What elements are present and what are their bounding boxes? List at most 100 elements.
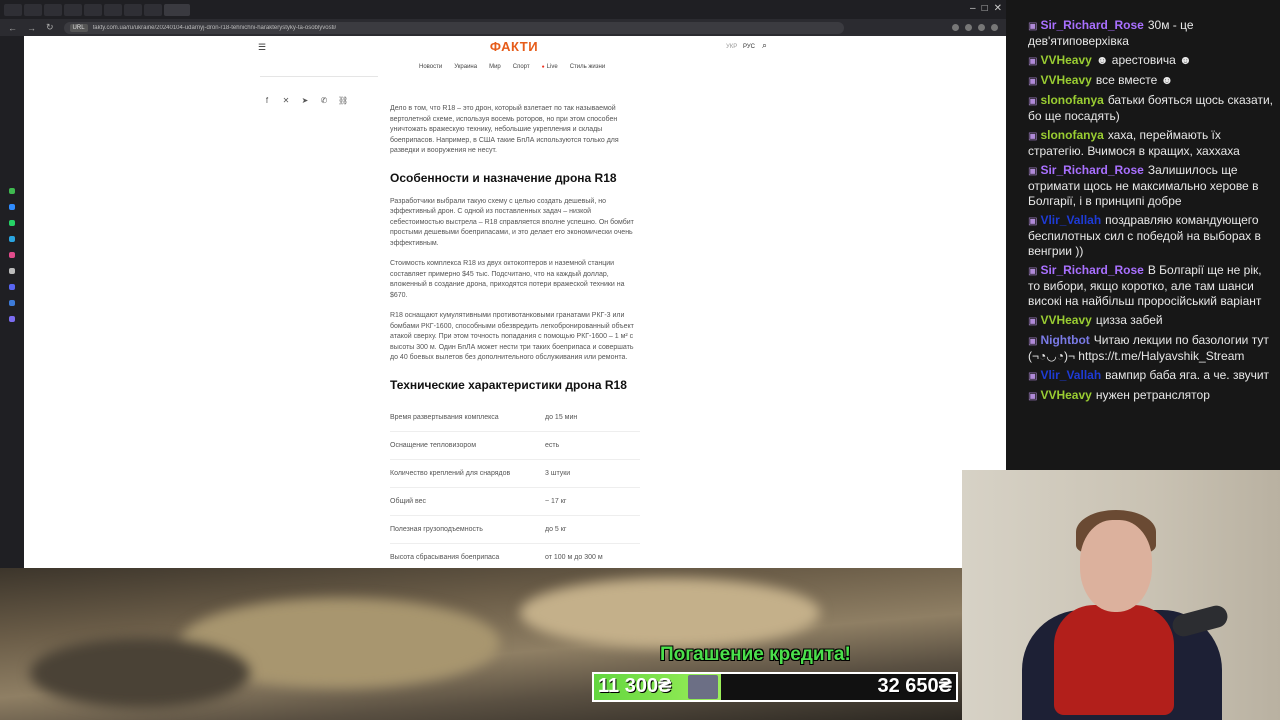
search-icon[interactable]: ⌕	[762, 40, 767, 51]
table-row: Время развертывания комплекса до 15 мин	[390, 404, 640, 432]
badge-icon: ▣	[1028, 336, 1038, 347]
chat-message: ▣ Vlir_Vallah поздравляю командующего бесп…	[1028, 213, 1276, 259]
spec-key: Высота сбрасывания боеприпаса	[390, 553, 500, 561]
site-header: ☰ ФАКТИ УКР РУС ⌕	[24, 36, 1006, 58]
forward-icon[interactable]: →	[27, 23, 36, 33]
browser-tab[interactable]	[124, 3, 142, 16]
telegram-icon[interactable]: ➤	[300, 96, 310, 105]
sidebar-app-icon[interactable]	[9, 236, 15, 242]
menu-icon[interactable]	[991, 24, 998, 31]
browser-tab[interactable]	[24, 3, 42, 16]
chat-message: ▣ slonofanya батьки бояться щось сказати, …	[1028, 93, 1276, 124]
spec-key: Полезная грузоподъемность	[390, 525, 483, 533]
table-row: Количество креплений для снарядов 3 штук…	[390, 460, 640, 488]
badge-icon: ▣	[1028, 56, 1038, 67]
chat-username[interactable]: Vlir_Vallah	[1040, 213, 1101, 227]
chat-username[interactable]: Nightbot	[1040, 333, 1089, 347]
hamburger-icon[interactable]: ☰	[258, 42, 266, 53]
chat-username[interactable]: VVHeavy	[1040, 388, 1091, 402]
extension-icon[interactable]	[952, 24, 959, 31]
browser-tab[interactable]	[104, 3, 122, 16]
chat-messages: ▣ Sir_Richard_Rose 30м - це дев'ятиповерхі…	[1028, 18, 1276, 408]
window-controls: – □ ✕	[970, 3, 1002, 15]
chat-text: ☻ арестовича ☻	[1095, 53, 1192, 67]
nav-sport[interactable]: Спорт	[513, 64, 530, 70]
table-row: Высота сбрасывания боеприпаса от 100 м д…	[390, 544, 640, 569]
chat-message: ▣ Nightbot Читаю лекции по базологии тут (…	[1028, 333, 1276, 364]
browser-tab[interactable]	[44, 3, 62, 16]
nav-ukraine[interactable]: Украина	[454, 64, 477, 70]
browser-tab[interactable]	[144, 3, 162, 16]
spec-value: до 5 кг	[545, 525, 567, 533]
sidebar-app-icon[interactable]	[9, 300, 15, 306]
lang-ukr-link[interactable]: УКР	[726, 44, 737, 50]
sidebar-app-icon[interactable]	[9, 220, 15, 226]
section-heading: Технические характеристики дрона R18	[390, 377, 627, 392]
sidebar-app-icon[interactable]	[9, 252, 15, 258]
nav-news[interactable]: Новости	[419, 64, 442, 70]
chat-message: ▣ Sir_Richard_Rose Залишилось ще отримати …	[1028, 163, 1276, 209]
donation-current-amount: 11 300₴	[598, 675, 672, 697]
extension-icon[interactable]	[978, 24, 985, 31]
browser-tab[interactable]	[4, 3, 22, 16]
article-paragraph: R18 оснащают кумулятивными противотанков…	[390, 312, 634, 361]
reload-icon[interactable]: ↻	[46, 22, 54, 33]
extension-icon[interactable]	[965, 24, 972, 31]
nav-lifestyle[interactable]: Стиль жизни	[570, 64, 606, 70]
table-row: Общий вес ~ 17 кг	[390, 488, 640, 516]
nav-world[interactable]: Мир	[489, 64, 501, 70]
sidebar-app-icon[interactable]	[9, 284, 15, 290]
chat-panel: ▣ Sir_Richard_Rose 30м - це дев'ятиповерхі…	[1006, 0, 1280, 470]
chat-username[interactable]: VVHeavy	[1040, 313, 1091, 327]
site-logo[interactable]: ФАКТИ	[484, 39, 544, 54]
url-input[interactable]: URL fakty.com.ua/ru/ukraine/20240104-uda…	[63, 21, 844, 34]
chat-message: ▣ Sir_Richard_Rose В Болгарії ще не рік, т…	[1028, 263, 1276, 309]
section-heading: Особенности и назначение дрона R18	[390, 170, 617, 185]
badge-icon: ▣	[1028, 21, 1038, 32]
streamer-face	[1080, 520, 1152, 612]
browser-sidebar	[0, 36, 24, 568]
chat-username[interactable]: Vlir_Vallah	[1040, 368, 1101, 382]
specs-table: Время развертывания комплекса до 15 мин …	[390, 404, 640, 569]
chat-username[interactable]: slonofanya	[1040, 128, 1103, 142]
browser-tab-active[interactable]	[164, 3, 190, 16]
chat-message: ▣ VVHeavy все вместе ☻	[1028, 73, 1276, 89]
copy-link-icon[interactable]: ⛓	[338, 96, 348, 105]
x-icon[interactable]: ✕	[281, 96, 291, 105]
spec-value: есть	[545, 441, 560, 449]
browser-tab[interactable]	[84, 3, 102, 16]
chat-username[interactable]: VVHeavy	[1040, 73, 1091, 87]
chat-message: ▣ slonofanya хаха, переймають їх стратегію…	[1028, 128, 1276, 159]
sidebar-app-icon[interactable]	[9, 268, 15, 274]
article-paragraph: Дело в том, что R18 – это дрон, который …	[390, 105, 619, 154]
maximize-icon[interactable]: □	[982, 3, 988, 15]
sidebar-app-icon[interactable]	[9, 188, 15, 194]
minimize-icon[interactable]: –	[970, 3, 976, 15]
chat-username[interactable]: VVHeavy	[1040, 53, 1091, 67]
lang-rus-link[interactable]: РУС	[743, 44, 755, 50]
chat-username[interactable]: slonofanya	[1040, 93, 1103, 107]
share-bar: f ✕ ➤ ✆ ⛓	[262, 96, 348, 105]
donation-goal-title: Погашение кредита!	[660, 644, 851, 665]
article-paragraph: Стоимость комплекса R18 из двух октокопт…	[390, 260, 625, 299]
nav-live[interactable]: Live	[542, 64, 558, 70]
viber-icon[interactable]: ✆	[319, 96, 329, 105]
facebook-icon[interactable]: f	[262, 96, 272, 105]
streamer-scarf	[1054, 605, 1174, 715]
url-badge: URL	[69, 23, 88, 32]
browser-tab[interactable]	[64, 3, 82, 16]
sidebar-app-icon[interactable]	[9, 316, 15, 322]
close-icon[interactable]: ✕	[994, 3, 1002, 15]
badge-icon: ▣	[1028, 96, 1038, 107]
table-row: Полезная грузоподъемность до 5 кг	[390, 516, 640, 544]
chat-username[interactable]: Sir_Richard_Rose	[1040, 18, 1143, 32]
sidebar-app-icon[interactable]	[9, 204, 15, 210]
tab-strip: – □ ✕	[0, 0, 1006, 19]
chat-message: ▣ VVHeavy ☻ арестовича ☻	[1028, 53, 1276, 69]
browser-window: – □ ✕ ← → ↻ URL fakty.com.ua/ru/ukraine/…	[0, 0, 1006, 568]
chat-username[interactable]: Sir_Richard_Rose	[1040, 163, 1143, 177]
spec-value: ~ 17 кг	[545, 497, 567, 505]
spec-key: Количество креплений для снарядов	[390, 469, 511, 477]
chat-username[interactable]: Sir_Richard_Rose	[1040, 263, 1143, 277]
back-icon[interactable]: ←	[8, 23, 17, 33]
